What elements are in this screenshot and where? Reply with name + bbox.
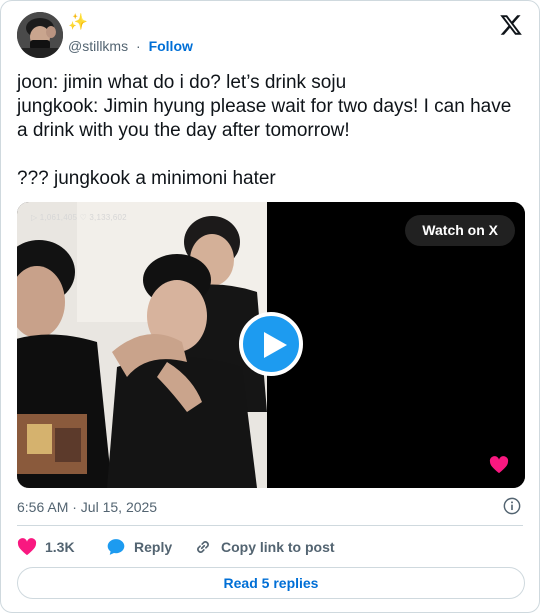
video-player[interactable]: ▷ 1,061,405 ♡ 3,133,602 Watch on X xyxy=(17,202,525,488)
watch-on-x-button[interactable]: Watch on X xyxy=(405,215,515,246)
read-replies-button[interactable]: Read 5 replies xyxy=(17,567,525,599)
heart-icon xyxy=(489,456,509,474)
play-icon xyxy=(264,332,287,358)
view-stats: ▷ 1,061,405 ♡ 3,133,602 xyxy=(31,213,127,222)
like-count: 1.3K xyxy=(45,539,75,555)
follow-button[interactable]: Follow xyxy=(149,38,193,54)
play-button[interactable] xyxy=(239,312,303,376)
heart-icon xyxy=(17,538,37,556)
author-row: @stillkms · Follow xyxy=(68,37,193,55)
reply-label: Reply xyxy=(134,539,173,555)
x-logo-icon[interactable] xyxy=(499,13,523,37)
tweet-text: joon: jimin what do i do? let’s drink so… xyxy=(17,72,512,189)
info-icon[interactable] xyxy=(503,497,521,515)
copy-link-button[interactable]: Copy link to post xyxy=(193,537,335,557)
author-handle[interactable]: @stillkms xyxy=(68,38,128,54)
avatar[interactable] xyxy=(17,12,63,58)
tweet-timestamp[interactable]: 6:56 AM · Jul 15, 2025 xyxy=(17,498,157,516)
tweet-card: ✨ @stillkms · Follow joon: jimin what do… xyxy=(0,0,540,613)
link-icon xyxy=(197,541,209,553)
copy-link-label: Copy link to post xyxy=(221,539,335,555)
reply-button[interactable]: Reply xyxy=(106,537,172,557)
reply-bubble-icon xyxy=(107,539,125,555)
divider xyxy=(17,525,523,526)
sparkle-emoji: ✨ xyxy=(68,14,88,31)
like-button[interactable]: 1.3K xyxy=(17,537,75,557)
separator-dot: · xyxy=(136,38,141,54)
